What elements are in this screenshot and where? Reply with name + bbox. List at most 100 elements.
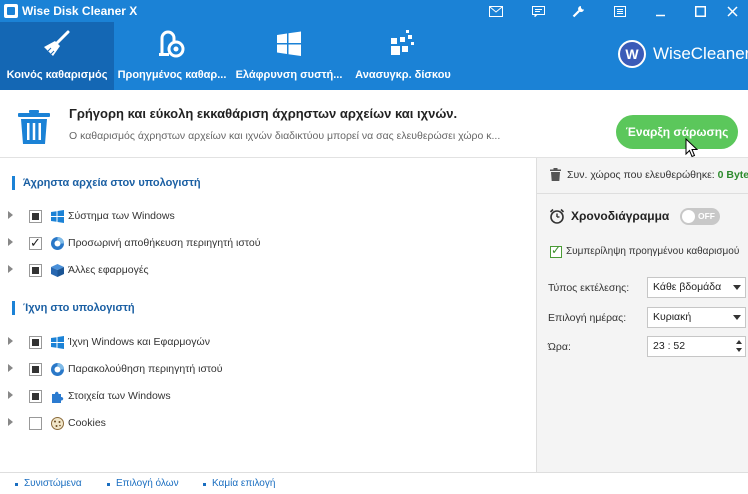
cookie-icon <box>51 417 64 430</box>
day-value: Κυριακή <box>653 311 692 323</box>
maximize-icon[interactable] <box>686 0 714 22</box>
select-all-link[interactable]: Επιλογή όλων <box>107 478 179 489</box>
tree-row-browser-tracking[interactable]: Παρακολούθηση περιηγητή ιστού <box>0 360 536 380</box>
brand-name: WiseCleaner <box>653 44 748 63</box>
row-label: Παρακολούθηση περιηγητή ιστού <box>68 363 223 375</box>
schedule-toggle[interactable]: OFF <box>680 208 720 225</box>
tab-disk-defrag[interactable]: Ανασυγκρ. δίσκου <box>348 22 458 90</box>
schedule-panel: Συν. χώρος που ελευθερώθηκε: 0 Bytes Χρο… <box>536 158 748 472</box>
toggle-knob <box>682 210 695 223</box>
chat-icon[interactable] <box>524 0 552 22</box>
wisecleaner-logo-icon: W <box>618 40 646 68</box>
windows-icon <box>51 336 64 349</box>
day-label: Επιλογή ημέρας: <box>548 312 627 324</box>
chevron-down-icon <box>733 315 741 320</box>
tab-label: Ανασυγκρ. δίσκου <box>355 69 451 81</box>
checkbox[interactable] <box>29 235 42 251</box>
trash-small-icon <box>550 168 561 181</box>
run-type-select[interactable]: Κάθε βδομάδα <box>647 277 746 298</box>
footer-bar: Συνιστώμενα Επιλογή όλων Καμία επιλογή <box>0 472 748 494</box>
divider <box>537 193 748 194</box>
expand-arrow-icon[interactable] <box>8 211 13 219</box>
expand-arrow-icon[interactable] <box>8 265 13 273</box>
row-label: Στοιχεία των Windows <box>68 390 171 402</box>
alarm-clock-icon <box>549 208 565 224</box>
tree-row-browser-cache[interactable]: Προσωρινή αποθήκευση περιηγητή ιστού <box>0 234 536 254</box>
row-label: Cookies <box>68 417 106 429</box>
tab-label: Προηγμένος καθαρ... <box>117 69 227 81</box>
advanced-cleaner-icon <box>159 30 185 58</box>
chevron-down-icon <box>733 285 741 290</box>
mouse-cursor-icon <box>685 138 699 158</box>
tab-advanced-cleaner[interactable]: Προηγμένος καθαρ... <box>114 22 230 90</box>
row-label: Ίχνη Windows και Εφαρμογών <box>68 336 210 348</box>
app-title: Wise Disk Cleaner X <box>22 4 138 18</box>
space-freed-value: 0 Bytes <box>717 169 748 181</box>
wisecleaner-brand[interactable]: W WiseCleaner <box>618 39 748 69</box>
main-nav: Κοινός καθαρισμός Προηγμένος καθαρ... Ελ… <box>0 22 748 90</box>
day-select[interactable]: Κυριακή <box>647 307 746 328</box>
spin-down-icon[interactable] <box>736 348 742 352</box>
banner-subtitle: Ο καθαρισμός άχρηστων αρχείων και ιχνών … <box>69 130 501 142</box>
package-icon <box>51 264 64 277</box>
run-type-value: Κάθε βδομάδα <box>653 281 722 293</box>
start-scan-button[interactable]: Έναρξη σάρωσης <box>616 115 738 149</box>
tree-row-cookies[interactable]: Cookies <box>0 414 536 434</box>
tab-label: Κοινός καθαρισμός <box>6 69 108 81</box>
banner-title: Γρήγορη και εύκολη εκκαθάριση άχρηστων α… <box>69 106 458 121</box>
browser-icon <box>51 237 64 250</box>
broom-icon <box>44 30 70 56</box>
include-advanced-label: Συμπερίληψη προηγμένου καθαρισμού <box>566 246 740 257</box>
expand-arrow-icon[interactable] <box>8 337 13 345</box>
checkbox[interactable] <box>29 390 42 403</box>
tab-system-tuneup[interactable]: Ελάφρυνση συστή... <box>230 22 348 90</box>
spin-up-icon[interactable] <box>736 340 742 344</box>
tree-row-windows-components[interactable]: Στοιχεία των Windows <box>0 387 536 407</box>
tab-common-cleaner[interactable]: Κοινός καθαρισμός <box>0 22 114 90</box>
expand-arrow-icon[interactable] <box>8 238 13 246</box>
tree-row-windows-traces[interactable]: Ίχνη Windows και Εφαρμογών <box>0 333 536 353</box>
checkbox[interactable] <box>29 417 42 430</box>
mail-icon[interactable] <box>482 0 510 22</box>
wrench-icon[interactable] <box>564 0 592 22</box>
puzzle-icon <box>52 391 64 403</box>
checkbox[interactable] <box>29 264 42 277</box>
section-title-traces: Ίχνη στο υπολογιστή <box>12 301 135 315</box>
space-freed-text: Συν. χώρος που ελευθερώθηκε: 0 Bytes <box>567 169 748 181</box>
section-title-junk-files: Άχρηστα αρχεία στον υπολογιστή <box>12 176 201 190</box>
menu-icon[interactable] <box>606 0 634 22</box>
defrag-icon <box>391 30 414 55</box>
checkbox[interactable] <box>29 210 42 223</box>
toggle-state: OFF <box>698 211 715 221</box>
checkbox[interactable] <box>29 363 42 376</box>
trash-icon <box>18 110 50 144</box>
run-type-label: Τύπος εκτέλεσης: <box>548 282 630 294</box>
checkbox[interactable] <box>29 336 42 349</box>
app-icon <box>4 4 18 18</box>
row-label: Προσωρινή αποθήκευση περιηγητή ιστού <box>68 237 261 249</box>
expand-arrow-icon[interactable] <box>8 418 13 426</box>
space-freed-label: Συν. χώρος που ελευθερώθηκε: <box>567 169 715 181</box>
minimize-icon[interactable] <box>646 0 674 22</box>
time-value: 23 : 52 <box>653 340 686 352</box>
expand-arrow-icon[interactable] <box>8 364 13 372</box>
schedule-title: Χρονοδιάγραμμα <box>571 209 670 223</box>
windows-logo-icon <box>277 31 301 56</box>
recommended-link[interactable]: Συνιστώμενα <box>15 478 82 489</box>
title-bar: Wise Disk Cleaner X <box>0 0 748 22</box>
tree-row-windows-system[interactable]: Σύστημα των Windows <box>0 207 536 227</box>
windows-icon <box>51 210 64 223</box>
cleanup-items-panel: Άχρηστα αρχεία στον υπολογιστή Σύστημα τ… <box>0 158 536 472</box>
time-input[interactable]: 23 : 52 <box>647 336 746 357</box>
time-label: Ώρα: <box>548 341 571 353</box>
row-label: Άλλες εφαρμογές <box>68 264 149 276</box>
browser-icon <box>51 363 64 376</box>
tab-label: Ελάφρυνση συστή... <box>235 69 343 81</box>
tree-row-other-apps[interactable]: Άλλες εφαρμογές <box>0 261 536 281</box>
include-advanced-checkbox[interactable] <box>550 243 562 258</box>
header-banner: Γρήγορη και εύκολη εκκαθάριση άχρηστων α… <box>0 90 748 158</box>
row-label: Σύστημα των Windows <box>68 210 175 222</box>
select-none-link[interactable]: Καμία επιλογή <box>202 478 275 489</box>
expand-arrow-icon[interactable] <box>8 391 13 399</box>
close-icon[interactable] <box>718 0 746 22</box>
